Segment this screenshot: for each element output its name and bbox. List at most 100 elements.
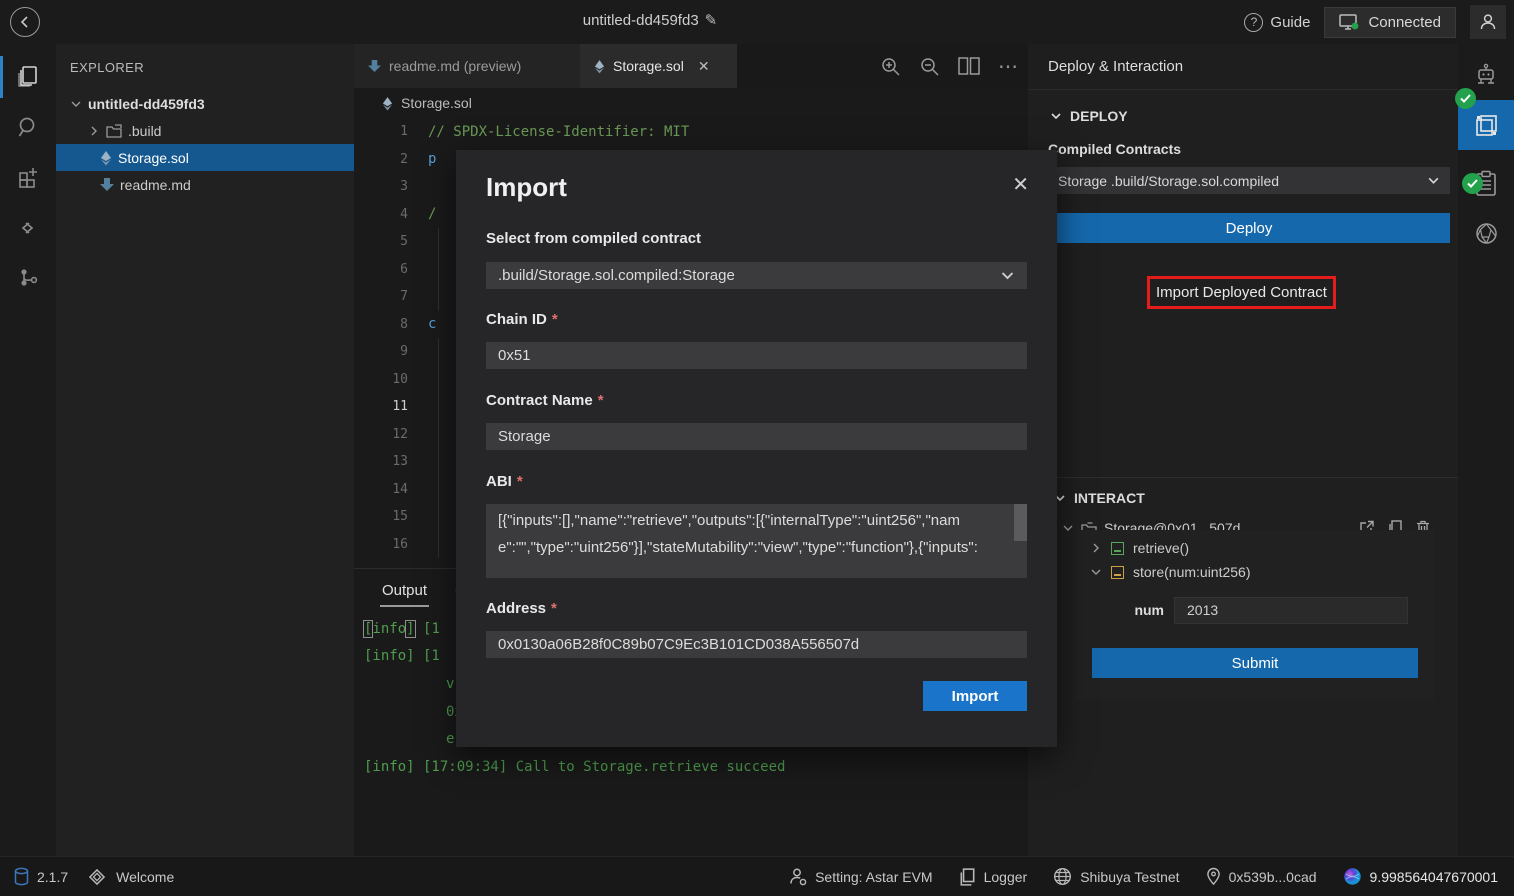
help-icon: ? xyxy=(1244,13,1263,32)
balance-label: 9.998564047670001 xyxy=(1370,869,1498,885)
method-store[interactable]: store(num:uint256) xyxy=(1076,558,1434,586)
param-num-input[interactable]: 2013 xyxy=(1174,597,1408,624)
zoom-in-button[interactable] xyxy=(880,56,901,77)
abi-textarea[interactable]: [{"inputs":[],"name":"retrieve","outputs… xyxy=(486,504,1027,578)
address-label: Address* xyxy=(486,600,557,617)
line-number: 10 xyxy=(354,372,428,387)
address-input[interactable]: 0x0130a06B28f0C89b07C9Ec3B101CD038A55650… xyxy=(486,631,1027,658)
zoom-out-button[interactable] xyxy=(919,56,940,77)
modal-close-icon[interactable]: ✕ xyxy=(1012,172,1029,197)
contract-methods-card: retrieve() store(num:uint256) num 2013 S… xyxy=(1076,530,1434,700)
more-actions-button[interactable]: ⋯ xyxy=(998,54,1018,79)
robot-icon xyxy=(1473,62,1499,88)
tree-item-readme-md[interactable]: readme.md xyxy=(56,171,354,198)
line-number: 12 xyxy=(354,427,428,442)
logger-item[interactable]: Logger xyxy=(959,868,1028,886)
required-asterisk: * xyxy=(552,311,558,328)
indent-guide xyxy=(438,283,439,311)
compiled-contract-select[interactable]: .build/Storage.sol.compiled:Storage xyxy=(486,262,1027,289)
line-number: 5 xyxy=(354,234,428,249)
check-icon xyxy=(1467,179,1478,188)
zoom-out-icon xyxy=(919,56,940,77)
indent-guide xyxy=(438,366,439,394)
chain-id-label: Chain ID* xyxy=(486,311,558,328)
edit-title-icon[interactable]: ✎ xyxy=(705,12,718,29)
deploy-section-header[interactable]: DEPLOY xyxy=(1050,108,1128,124)
connected-label: Connected xyxy=(1368,14,1441,31)
wallet-address-label: 0x539b...0cad xyxy=(1229,869,1317,885)
chain-id-input[interactable]: 0x51 xyxy=(486,342,1027,369)
tree-item-build[interactable]: .build xyxy=(56,117,354,144)
deploy-button[interactable]: Deploy xyxy=(1048,213,1450,243)
network-item[interactable]: Shibuya Testnet xyxy=(1053,867,1179,886)
chevron-down-icon xyxy=(1427,174,1440,187)
chevron-right-icon xyxy=(1090,542,1102,554)
line-number: 9 xyxy=(354,344,428,359)
import-deployed-contract-button[interactable]: Import Deployed Contract xyxy=(1147,276,1336,309)
activity-search[interactable] xyxy=(0,102,56,152)
close-tab-icon[interactable]: ✕ xyxy=(698,58,710,75)
project-title[interactable]: untitled-dd459fd3✎ xyxy=(430,11,870,29)
submit-button[interactable]: Submit xyxy=(1092,648,1418,678)
split-editor-button[interactable] xyxy=(958,57,980,75)
line-number: 8 xyxy=(354,317,428,332)
rail-chatgpt[interactable] xyxy=(1458,208,1514,258)
activity-plugins[interactable] xyxy=(0,152,56,202)
tab-bar: readme.md (preview) Storage.sol ✕ ⋯ xyxy=(354,44,1028,88)
back-button[interactable] xyxy=(10,7,40,37)
select-compiled-label: Select from compiled contract xyxy=(486,230,701,247)
monitor-icon xyxy=(1339,14,1359,31)
person-icon xyxy=(1478,12,1498,32)
contract-name-input[interactable]: Storage xyxy=(486,423,1027,450)
account-avatar[interactable] xyxy=(1470,5,1506,39)
check-badge xyxy=(1455,88,1476,109)
markdown-down-arrow-icon xyxy=(100,177,114,192)
method-retrieve[interactable]: retrieve() xyxy=(1076,530,1434,558)
guide-button[interactable]: ? Guide xyxy=(1244,13,1310,32)
activity-compile[interactable] xyxy=(0,202,56,252)
write-method-icon xyxy=(1111,566,1124,579)
log-line: [info] [17:09:34] Call to Storage.retrie… xyxy=(354,753,1028,781)
indent-guide xyxy=(438,476,439,504)
files-icon xyxy=(15,64,41,90)
modal-import-button[interactable]: Import xyxy=(923,681,1027,711)
version-item[interactable]: 2.1.7 xyxy=(14,867,68,886)
explorer-panel: EXPLORER untitled-dd459fd3 .build Storag… xyxy=(56,44,354,856)
openai-icon xyxy=(1473,220,1500,247)
wallet-address-item[interactable]: 0x539b...0cad xyxy=(1206,867,1317,886)
compiled-contracts-select[interactable]: Storage .build/Storage.sol.compiled xyxy=(1048,167,1450,194)
balance-item[interactable]: 9.998564047670001 xyxy=(1343,867,1498,886)
param-num-label: num xyxy=(1076,602,1174,618)
indent-guide xyxy=(438,448,439,476)
tab-storage[interactable]: Storage.sol ✕ xyxy=(580,44,737,88)
view-method-icon xyxy=(1111,542,1124,555)
search-icon xyxy=(16,115,41,140)
logger-label: Logger xyxy=(984,869,1028,885)
line-number: 11 xyxy=(354,399,428,414)
required-asterisk: * xyxy=(517,473,523,490)
tab-output[interactable]: Output xyxy=(382,582,427,607)
connected-button[interactable]: Connected xyxy=(1324,7,1456,38)
interact-section-header[interactable]: INTERACT xyxy=(1028,490,1458,506)
breadcrumb[interactable]: Storage.sol xyxy=(354,88,1028,118)
tab-readme[interactable]: readme.md (preview) xyxy=(354,44,580,88)
check-badge xyxy=(1462,173,1483,194)
indent-guide xyxy=(438,256,439,284)
setting-item[interactable]: Setting: Astar EVM xyxy=(789,867,933,886)
ethereum-icon xyxy=(100,150,112,166)
activity-source-control[interactable] xyxy=(0,252,56,302)
activity-explorer[interactable] xyxy=(0,52,56,102)
tree-item-label: readme.md xyxy=(120,177,191,193)
welcome-item[interactable]: Welcome xyxy=(86,866,174,888)
abi-scrollbar[interactable] xyxy=(1014,504,1027,541)
ethereum-icon xyxy=(382,96,393,111)
tree-item-storage-sol[interactable]: Storage.sol xyxy=(56,144,354,171)
folder-icon xyxy=(106,124,122,138)
git-branch-icon xyxy=(16,265,41,290)
tree-root-folder[interactable]: untitled-dd459fd3 xyxy=(56,90,354,117)
line-number: 7 xyxy=(354,289,428,304)
compiled-contract-select-value: .build/Storage.sol.compiled:Storage xyxy=(498,267,735,284)
required-asterisk: * xyxy=(551,600,557,617)
deploy-section-label: DEPLOY xyxy=(1070,108,1128,124)
chevron-down-icon xyxy=(1062,522,1074,534)
